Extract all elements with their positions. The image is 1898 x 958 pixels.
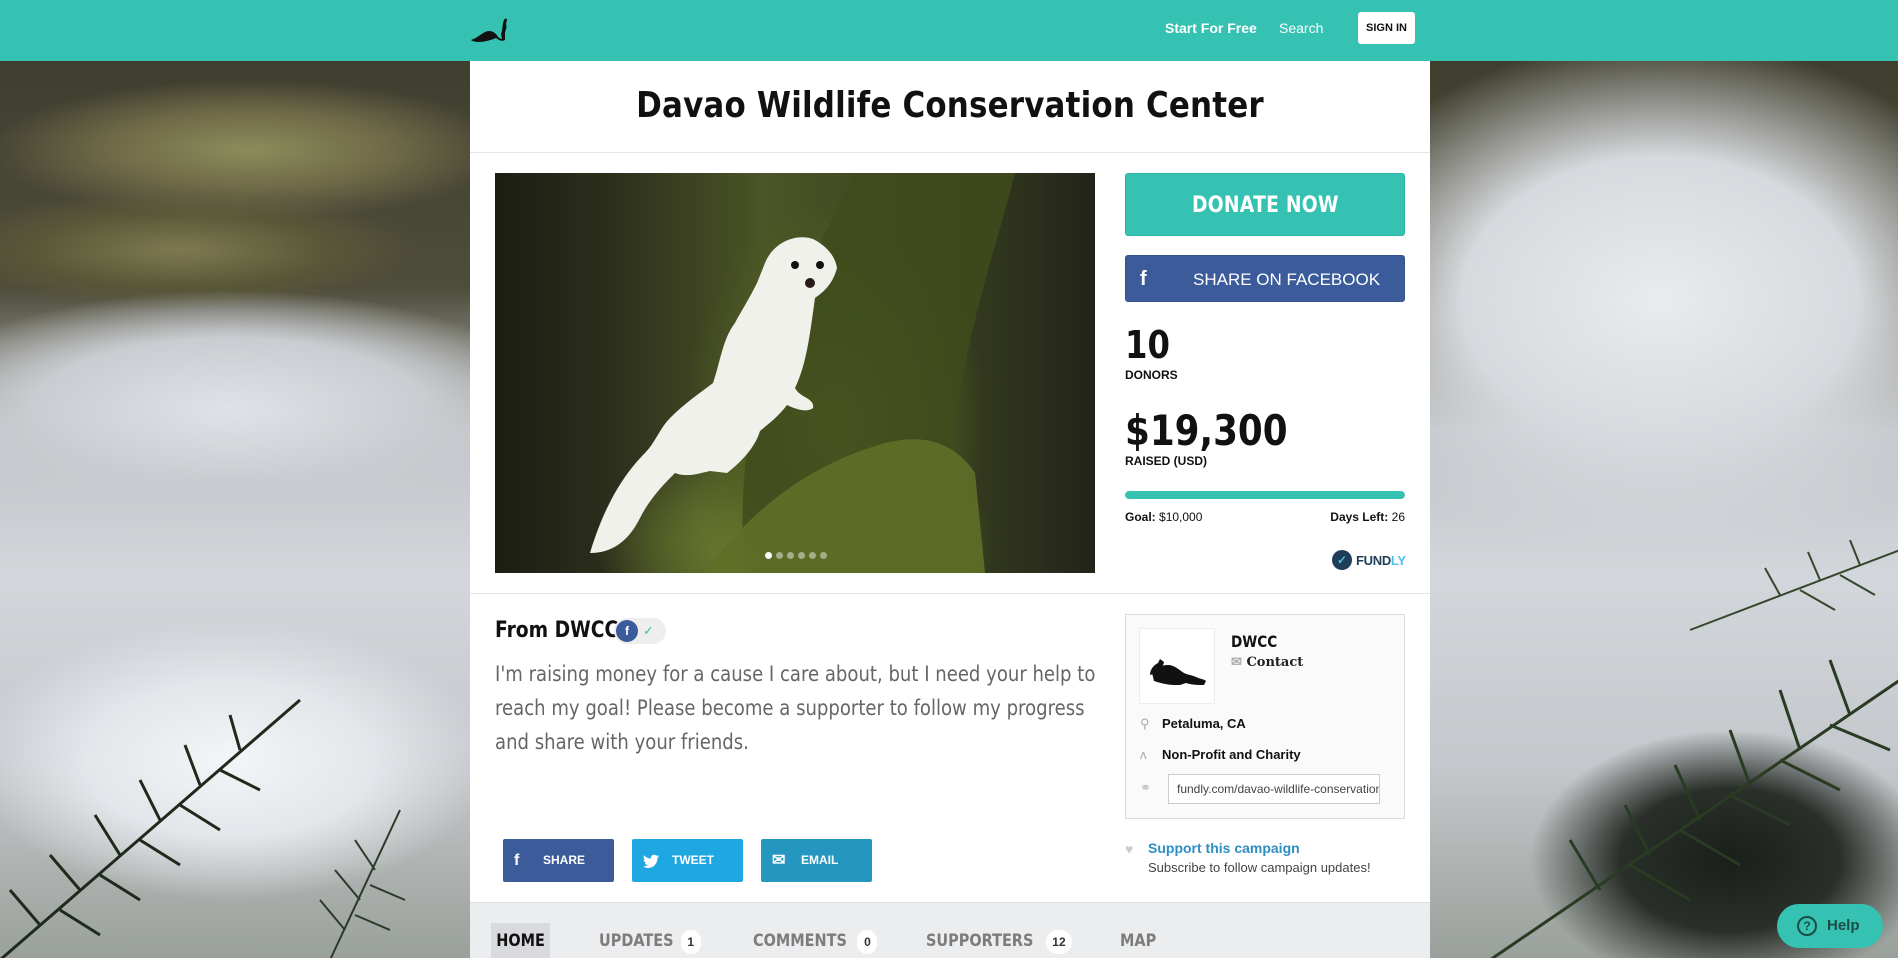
verification-badge: f ✓: [614, 618, 666, 644]
tweet-button[interactable]: TWEET: [632, 839, 743, 882]
goal-value: $10,000: [1159, 510, 1203, 524]
share-button[interactable]: f SHARE: [503, 839, 614, 882]
tab-home[interactable]: HOME: [491, 923, 550, 958]
help-button[interactable]: ? Help: [1777, 904, 1883, 948]
campaign-title: Davao Wildlife Conservation Center: [636, 85, 1264, 126]
title-divider: [470, 152, 1430, 153]
carousel-dot[interactable]: [820, 552, 827, 559]
fundly-mark-icon: ✓: [1332, 550, 1352, 570]
support-subtext: Subscribe to follow campaign updates!: [1148, 860, 1371, 875]
tweet-label: TWEET: [672, 853, 714, 867]
share-label: SHARE: [543, 853, 586, 867]
updates-count-badge: 1: [680, 930, 701, 954]
organizer-location: ⚲ Petaluma, CA: [1140, 716, 1246, 731]
contact-link[interactable]: ✉ Contact: [1231, 655, 1303, 670]
days-left-value: 26: [1391, 510, 1405, 524]
campaign-story: I'm raising money for a cause I care abo…: [495, 662, 1096, 754]
organizer-category: ᴧ Non-Profit and Charity: [1140, 747, 1301, 762]
help-label: Help: [1827, 917, 1860, 934]
fundly-logo[interactable]: ✓ FUNDLY: [1332, 549, 1406, 571]
tab-updates[interactable]: UPDATES 1: [599, 923, 701, 958]
from-heading: From DWCC: [495, 618, 619, 643]
facebook-verified-icon: f: [616, 620, 638, 642]
organizer-name: DWCC: [1231, 632, 1278, 651]
pine-branch-left: [0, 698, 406, 958]
campaign-url-field[interactable]: [1168, 774, 1380, 804]
map-pin-icon: ⚲: [1140, 716, 1150, 731]
twitter-icon: [643, 854, 659, 868]
ferret-avatar-icon: [1150, 659, 1206, 685]
heart-icon[interactable]: ♥: [1125, 841, 1133, 857]
search-link[interactable]: Search: [1279, 20, 1323, 36]
tab-map[interactable]: MAP: [1120, 923, 1163, 958]
fundly-wordmark: FUNDLY: [1356, 552, 1406, 568]
ermine-photo: [590, 173, 1015, 573]
raised-amount: $19,300: [1125, 406, 1288, 455]
carousel-dots: [765, 552, 827, 559]
raised-label: RAISED (USD): [1125, 454, 1208, 468]
comments-count-badge: 0: [857, 930, 878, 954]
email-label: EMAIL: [801, 853, 839, 867]
envelope-icon: ✉: [1231, 655, 1242, 670]
start-for-free-link[interactable]: Start For Free: [1165, 20, 1257, 36]
organizer-avatar[interactable]: [1139, 628, 1215, 704]
campaign-photo-carousel[interactable]: [495, 173, 1095, 573]
facebook-icon: f: [1140, 268, 1147, 290]
facebook-icon: f: [514, 852, 520, 869]
share-on-facebook-label: SHARE ON FACEBOOK: [1193, 270, 1381, 289]
top-nav-bar: Start For Free Search SIGN IN: [0, 0, 1898, 61]
sign-in-button[interactable]: SIGN IN: [1358, 12, 1415, 44]
carousel-dot[interactable]: [809, 552, 816, 559]
days-left-label: Days Left:: [1330, 510, 1389, 524]
donors-count: 10: [1125, 323, 1170, 367]
goal-text: Goal: $10,000: [1125, 510, 1202, 524]
ferret-logo-icon[interactable]: [469, 12, 509, 44]
donate-now-label: DONATE NOW: [1191, 193, 1339, 218]
link-icon: ⚭: [1140, 780, 1151, 795]
tab-supporters[interactable]: SUPPORTERS 12: [926, 923, 1072, 958]
check-icon: ✓: [643, 623, 654, 638]
campaign-card: Davao Wildlife Conservation Center DONAT…: [470, 61, 1430, 958]
share-on-facebook-button[interactable]: f SHARE ON FACEBOOK: [1125, 255, 1405, 302]
support-section: Support this campaign Subscribe to follo…: [1148, 840, 1371, 875]
progress-bar: [1125, 491, 1405, 499]
carousel-dot[interactable]: [798, 552, 805, 559]
email-button[interactable]: ✉ EMAIL: [761, 839, 872, 882]
tab-comments[interactable]: COMMENTS 0: [753, 923, 878, 958]
donors-label: DONORS: [1125, 368, 1178, 382]
section-divider: [470, 593, 1430, 594]
pine-branch-right: [1490, 540, 1898, 958]
supporters-count-badge: 12: [1046, 930, 1072, 954]
days-left-text: Days Left: 26: [1330, 510, 1405, 524]
donate-now-button[interactable]: DONATE NOW: [1125, 173, 1405, 236]
carousel-dot[interactable]: [765, 552, 772, 559]
carousel-dot[interactable]: [787, 552, 794, 559]
progress-fill: [1125, 491, 1405, 499]
question-icon: ?: [1797, 916, 1817, 936]
campaign-tabs: HOME UPDATES 1 COMMENTS 0 SUPPORTERS 12 MAP: [470, 902, 1430, 958]
email-icon: ✉: [772, 852, 786, 869]
organizer-box: DWCC ✉ Contact ⚲ Petaluma, CA ᴧ Non-Profit…: [1125, 614, 1405, 819]
support-campaign-link[interactable]: Support this campaign: [1148, 840, 1371, 856]
goal-label: Goal:: [1125, 510, 1156, 524]
ribbon-icon: ᴧ: [1140, 747, 1147, 762]
carousel-dot[interactable]: [776, 552, 783, 559]
